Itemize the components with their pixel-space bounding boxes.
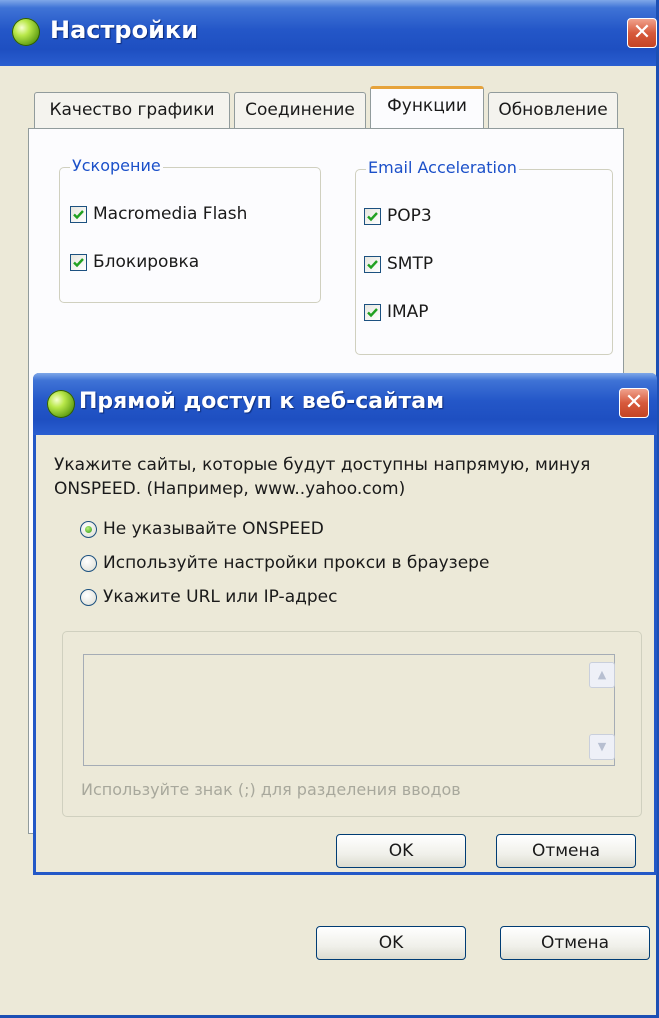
block-checkbox-row[interactable]: Блокировка bbox=[70, 252, 199, 272]
settings-titlebar[interactable]: Настройки ✕ bbox=[0, 0, 657, 66]
pop3-checkbox-row[interactable]: POP3 bbox=[364, 206, 432, 226]
radio-row-no-onspeed[interactable]: Не указывайте ONSPEED bbox=[80, 519, 324, 539]
settings-title: Настройки bbox=[50, 16, 199, 44]
checkmark-icon bbox=[73, 209, 84, 219]
radio-browser-proxy-label: Используйте настройки прокси в браузере bbox=[103, 553, 490, 573]
url-group: ▲ ▼ Используйте знак (;) для разделения … bbox=[62, 631, 642, 817]
imap-checkbox[interactable] bbox=[364, 303, 381, 321]
settings-ok-button[interactable]: OK bbox=[316, 926, 466, 960]
flash-label: Macromedia Flash bbox=[93, 204, 248, 224]
chevron-up-icon[interactable]: ▲ bbox=[589, 662, 615, 688]
tab-connection[interactable]: Соединение bbox=[234, 92, 366, 128]
dialog-orb-icon bbox=[47, 390, 75, 418]
acceleration-legend: Ускорение bbox=[70, 156, 163, 175]
tab-functions[interactable]: Функции bbox=[370, 86, 484, 128]
radio-url-ip-label: Укажите URL или IP-адрес bbox=[103, 587, 338, 607]
tab-graphics-quality[interactable]: Качество графики bbox=[34, 92, 230, 128]
block-checkbox[interactable] bbox=[70, 253, 87, 271]
tab-update[interactable]: Обновление bbox=[488, 92, 618, 128]
direct-access-dialog: Прямой доступ к веб-сайтам ✕ Укажите сай… bbox=[33, 373, 657, 875]
dialog-close-button[interactable]: ✕ bbox=[619, 388, 649, 418]
email-acceleration-group: Email Acceleration POP3 SMTP IMAP bbox=[355, 158, 613, 355]
radio-browser-proxy[interactable] bbox=[80, 554, 97, 572]
radio-row-browser-proxy[interactable]: Используйте настройки прокси в браузере bbox=[80, 553, 489, 573]
checkmark-icon bbox=[367, 307, 378, 317]
dialog-titlebar[interactable]: Прямой доступ к веб-сайтам ✕ bbox=[33, 373, 657, 435]
block-label: Блокировка bbox=[93, 252, 200, 272]
settings-close-button[interactable]: ✕ bbox=[627, 18, 657, 48]
radio-url-ip[interactable] bbox=[80, 588, 97, 606]
radio-row-url-ip[interactable]: Укажите URL или IP-адрес bbox=[80, 587, 337, 607]
checkmark-icon bbox=[367, 211, 378, 221]
chevron-down-icon[interactable]: ▼ bbox=[589, 734, 615, 760]
radio-no-onspeed-label: Не указывайте ONSPEED bbox=[103, 519, 324, 539]
pop3-label: POP3 bbox=[387, 206, 432, 226]
settings-cancel-button[interactable]: Отмена bbox=[500, 926, 650, 960]
radio-no-onspeed[interactable] bbox=[80, 520, 97, 538]
dialog-description: Укажите сайты, которые будут доступны на… bbox=[54, 455, 591, 499]
url-hint: Используйте знак (;) для разделения ввод… bbox=[81, 780, 461, 799]
dialog-title: Прямой доступ к веб-сайтам bbox=[79, 389, 445, 414]
imap-label: IMAP bbox=[387, 302, 429, 322]
app-orb-icon bbox=[12, 18, 40, 46]
flash-checkbox-row[interactable]: Macromedia Flash bbox=[70, 204, 247, 224]
smtp-checkbox[interactable] bbox=[364, 255, 381, 273]
imap-checkbox-row[interactable]: IMAP bbox=[364, 302, 429, 322]
smtp-label: SMTP bbox=[387, 254, 434, 274]
checkmark-icon bbox=[367, 259, 378, 269]
dialog-ok-button[interactable]: OK bbox=[336, 834, 466, 868]
pop3-checkbox[interactable] bbox=[364, 207, 381, 225]
smtp-checkbox-row[interactable]: SMTP bbox=[364, 254, 433, 274]
acceleration-group: Ускорение Macromedia Flash Блокировка bbox=[59, 156, 321, 303]
url-textarea[interactable] bbox=[83, 654, 615, 766]
checkmark-icon bbox=[73, 257, 84, 267]
flash-checkbox[interactable] bbox=[70, 205, 87, 223]
email-acceleration-legend: Email Acceleration bbox=[366, 158, 519, 177]
dialog-cancel-button[interactable]: Отмена bbox=[496, 834, 636, 868]
